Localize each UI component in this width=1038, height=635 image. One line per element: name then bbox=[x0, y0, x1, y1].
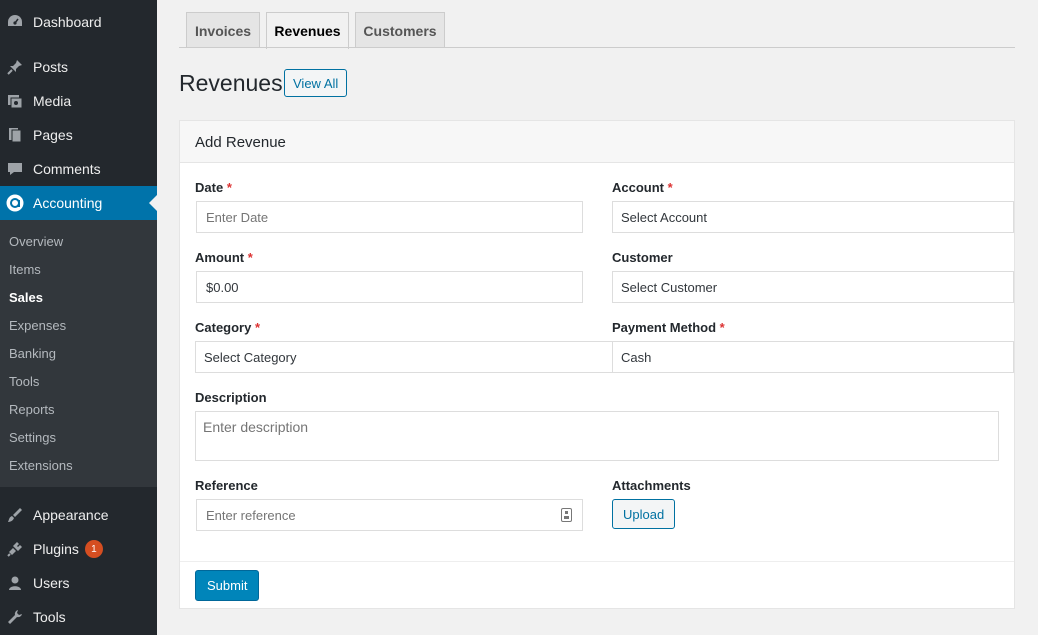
payment-method-select[interactable]: Cash bbox=[612, 341, 1014, 373]
tab-invoices[interactable]: Invoices bbox=[186, 12, 260, 48]
plugins-icon bbox=[5, 539, 25, 559]
menu-pages[interactable]: Pages bbox=[0, 118, 157, 152]
menu-users[interactable]: Users bbox=[0, 566, 157, 600]
contact-card-icon bbox=[561, 508, 572, 522]
attachments-label: Attachments bbox=[612, 478, 691, 493]
amount-label: Amount * bbox=[195, 250, 253, 265]
description-label: Description bbox=[195, 390, 267, 405]
account-select[interactable]: Select Account bbox=[612, 201, 1014, 233]
submenu-items[interactable]: Items bbox=[9, 262, 41, 277]
menu-dashboard[interactable]: Dashboard bbox=[0, 5, 157, 39]
users-icon bbox=[5, 573, 25, 593]
submit-button[interactable]: Submit bbox=[195, 570, 260, 601]
submenu-tools[interactable]: Tools bbox=[9, 374, 39, 389]
plugins-update-badge: 1 bbox=[84, 540, 103, 558]
reference-label: Reference bbox=[195, 478, 258, 493]
required-mark: * bbox=[247, 250, 253, 265]
admin-sidebar: Dashboard Posts Media Pages Comments Acc… bbox=[0, 0, 157, 635]
date-label: Date * bbox=[195, 180, 232, 195]
required-mark: * bbox=[719, 320, 725, 335]
add-revenue-panel: Add Revenue Date * Enter Date Account * … bbox=[179, 120, 1015, 609]
tab-revenues[interactable]: Revenues bbox=[266, 12, 349, 49]
customer-select[interactable]: Select Customer bbox=[612, 271, 1014, 303]
menu-comments[interactable]: Comments bbox=[0, 152, 157, 186]
page-title: Revenues bbox=[179, 70, 283, 96]
description-textarea[interactable]: Enter description bbox=[195, 411, 999, 461]
menu-appearance-label: Appearance bbox=[33, 507, 109, 523]
accounting-icon bbox=[5, 193, 25, 213]
submenu-reports[interactable]: Reports bbox=[9, 402, 55, 417]
tools-icon bbox=[5, 607, 25, 627]
menu-media[interactable]: Media bbox=[0, 84, 157, 118]
reference-placeholder: Enter reference bbox=[206, 507, 296, 523]
menu-plugins[interactable]: Plugins 1 bbox=[0, 532, 157, 566]
menu-users-label: Users bbox=[33, 575, 70, 591]
submenu-settings[interactable]: Settings bbox=[9, 430, 56, 445]
panel-title: Add Revenue bbox=[195, 134, 286, 151]
payment-method-label: Payment Method * bbox=[612, 320, 725, 335]
dashboard-icon bbox=[5, 12, 25, 32]
submenu-overview[interactable]: Overview bbox=[9, 234, 63, 249]
required-mark: * bbox=[667, 180, 673, 195]
category-label: Category * bbox=[195, 320, 261, 335]
appearance-icon bbox=[5, 505, 25, 525]
submenu-banking[interactable]: Banking bbox=[9, 346, 56, 361]
view-all-button[interactable]: View All bbox=[284, 69, 348, 97]
panel-footer-divider bbox=[180, 561, 1014, 562]
menu-tools[interactable]: Tools bbox=[0, 600, 157, 634]
menu-comments-label: Comments bbox=[33, 161, 101, 177]
date-input[interactable]: Enter Date bbox=[196, 201, 583, 233]
pin-icon bbox=[5, 57, 25, 77]
menu-accounting[interactable]: Accounting bbox=[0, 186, 157, 220]
menu-pages-label: Pages bbox=[33, 127, 73, 143]
tab-customers[interactable]: Customers bbox=[355, 12, 445, 48]
menu-plugins-label: Plugins bbox=[33, 541, 79, 557]
pages-icon bbox=[5, 125, 25, 145]
media-icon bbox=[5, 91, 25, 111]
tabs-divider bbox=[179, 47, 1015, 48]
customer-label: Customer bbox=[612, 250, 673, 265]
upload-button[interactable]: Upload bbox=[612, 499, 676, 529]
accounting-submenu: Overview Items Sales Expenses Banking To… bbox=[0, 220, 157, 487]
submenu-sales[interactable]: Sales bbox=[9, 290, 43, 305]
panel-header: Add Revenue bbox=[180, 121, 1014, 163]
reference-input[interactable]: Enter reference bbox=[196, 499, 583, 531]
submenu-extensions[interactable]: Extensions bbox=[9, 458, 73, 473]
menu-accounting-label: Accounting bbox=[33, 195, 103, 211]
required-mark: * bbox=[226, 180, 232, 195]
account-label: Account * bbox=[612, 180, 673, 195]
menu-tools-label: Tools bbox=[33, 609, 66, 625]
submenu-expenses[interactable]: Expenses bbox=[9, 318, 66, 333]
menu-appearance[interactable]: Appearance bbox=[0, 498, 157, 532]
menu-media-label: Media bbox=[33, 93, 72, 109]
category-select[interactable]: Select Category bbox=[195, 341, 613, 373]
menu-posts-label: Posts bbox=[33, 59, 69, 75]
menu-posts[interactable]: Posts bbox=[0, 50, 157, 84]
comments-icon bbox=[5, 159, 25, 179]
amount-input[interactable]: $0.00 bbox=[196, 271, 583, 303]
required-mark: * bbox=[254, 320, 261, 335]
menu-dashboard-label: Dashboard bbox=[33, 14, 102, 30]
